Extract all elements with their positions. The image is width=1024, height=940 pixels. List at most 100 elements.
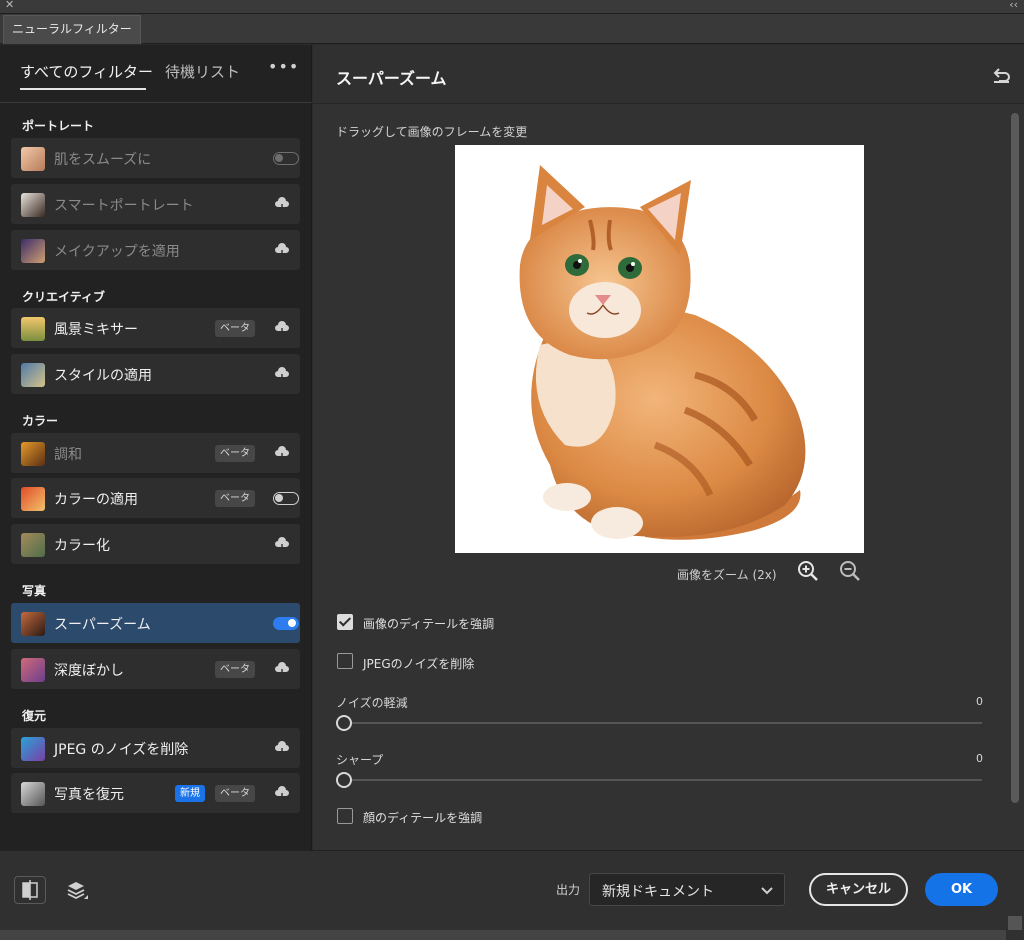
noise-slider-label: ノイズの軽減 <box>336 696 408 710</box>
beta-badge: ベータ <box>215 490 255 507</box>
filter-item-colorize[interactable]: カラー化 <box>11 524 300 564</box>
filter-label: 深度ぼかし <box>54 663 124 679</box>
drag-frame-label: ドラッグして画像のフレームを変更 <box>336 125 528 139</box>
filter-toggle[interactable] <box>273 492 299 505</box>
filter-item-photo-restore[interactable]: 写真を復元 新規 ベータ <box>11 773 300 813</box>
active-tab-indicator <box>20 88 146 90</box>
section-color: カラー <box>22 414 59 428</box>
compare-toggle-button[interactable] <box>14 876 46 904</box>
output-select-value: 新規ドキュメント <box>602 884 714 900</box>
sharpen-slider-knob[interactable] <box>336 772 352 788</box>
filter-thumbnail <box>21 239 45 263</box>
split-view-icon <box>22 880 38 900</box>
tab-bar: ニューラルフィルター <box>0 14 1024 44</box>
filter-label: JPEG のノイズを削除 <box>54 742 189 758</box>
cloud-download-icon[interactable] <box>274 445 290 461</box>
new-badge: 新規 <box>175 785 205 802</box>
filter-toggle[interactable] <box>273 152 299 165</box>
filter-thumbnail <box>21 612 45 636</box>
filter-item-makeup[interactable]: メイクアップを適用 <box>11 230 300 270</box>
filter-item-color-transfer[interactable]: カラーの適用 ベータ <box>11 478 300 518</box>
cloud-download-icon[interactable] <box>274 536 290 552</box>
noise-slider-value: 0 <box>976 695 983 708</box>
filter-label: 調和 <box>54 447 82 463</box>
filter-label: カラー化 <box>54 538 110 554</box>
output-select[interactable]: 新規ドキュメント <box>589 873 785 906</box>
output-label: 出力 <box>556 883 581 897</box>
section-photo: 写真 <box>22 584 47 598</box>
collapse-icon[interactable]: ‹‹ <box>1009 0 1018 11</box>
filter-thumbnail <box>21 487 45 511</box>
zoom-in-icon[interactable] <box>797 560 819 582</box>
remove-jpeg-checkbox[interactable] <box>337 653 353 669</box>
resize-grip[interactable] <box>1008 916 1022 930</box>
noise-slider-track[interactable] <box>343 722 982 724</box>
filter-label: 写真を復元 <box>54 787 124 803</box>
enhance-detail-label: 画像のディテールを強調 <box>363 617 495 631</box>
sharpen-slider-value: 0 <box>976 752 983 765</box>
cloud-download-icon[interactable] <box>274 242 290 258</box>
filter-label: 風景ミキサー <box>54 322 138 338</box>
filter-item-super-zoom[interactable]: スーパーズーム <box>11 603 300 643</box>
cloud-download-icon[interactable] <box>274 785 290 801</box>
settings-header: スーパーズーム <box>313 45 1024 104</box>
zoom-out-icon[interactable] <box>839 560 861 582</box>
filter-item-depth-blur[interactable]: 深度ぼかし ベータ <box>11 649 300 689</box>
layers-output-icon[interactable] <box>64 878 90 904</box>
chevron-down-icon <box>761 887 773 895</box>
filter-thumbnail <box>21 533 45 557</box>
settings-scrollbar[interactable] <box>1011 113 1019 803</box>
cloud-download-icon[interactable] <box>274 320 290 336</box>
filter-item-harmonization[interactable]: 調和 ベータ <box>11 433 300 473</box>
remove-jpeg-label: JPEGのノイズを削除 <box>363 657 475 671</box>
sharpen-slider-label: シャープ <box>336 753 384 767</box>
filter-item-jpeg-artifacts[interactable]: JPEG のノイズを削除 <box>11 728 300 768</box>
filter-tabs: すべてのフィルター 待機リスト ••• <box>0 45 312 103</box>
filter-list-panel: すべてのフィルター 待機リスト ••• ポートレート 肌をスムーズに スマートポ… <box>0 45 312 850</box>
filter-thumbnail <box>21 147 45 171</box>
tab-wait-list[interactable]: 待機リスト <box>165 61 240 82</box>
enhance-face-label: 顔のディテールを強調 <box>363 811 483 825</box>
filter-label: スタイルの適用 <box>54 368 152 384</box>
cloud-download-icon[interactable] <box>274 661 290 677</box>
ok-button[interactable]: OK <box>925 873 998 906</box>
horizontal-scrollbar[interactable] <box>0 930 1006 940</box>
filter-item-landscape-mixer[interactable]: 風景ミキサー ベータ <box>11 308 300 348</box>
image-preview[interactable] <box>455 145 864 553</box>
beta-badge: ベータ <box>215 445 255 462</box>
filter-item-style-transfer[interactable]: スタイルの適用 <box>11 354 300 394</box>
section-restore: 復元 <box>22 709 47 723</box>
filter-settings-panel: スーパーズーム ドラッグして画像のフレームを変更 画像をズーム (2x) 画像の… <box>313 45 1024 850</box>
window-titlebar: ✕ ‹‹ <box>0 0 1024 14</box>
cloud-download-icon[interactable] <box>274 740 290 756</box>
filter-item-smooth-skin[interactable]: 肌をスムーズに <box>11 138 300 178</box>
noise-slider-knob[interactable] <box>336 715 352 731</box>
cloud-download-icon[interactable] <box>274 366 290 382</box>
kitten-image <box>519 165 806 540</box>
enhance-face-checkbox[interactable] <box>337 808 353 824</box>
more-options-icon[interactable]: ••• <box>268 57 299 76</box>
filter-item-smart-portrait[interactable]: スマートポートレート <box>11 184 300 224</box>
section-creative: クリエイティブ <box>22 290 106 304</box>
sharpen-slider-track[interactable] <box>343 779 982 781</box>
beta-badge: ベータ <box>215 320 255 337</box>
filter-label: スーパーズーム <box>54 617 151 633</box>
tab-neural-filters[interactable]: ニューラルフィルター <box>3 15 141 44</box>
close-icon[interactable]: ✕ <box>5 0 14 11</box>
enhance-detail-checkbox[interactable] <box>337 614 353 630</box>
filter-label: メイクアップを適用 <box>54 244 180 260</box>
reset-icon[interactable] <box>991 65 1011 83</box>
filter-thumbnail <box>21 193 45 217</box>
filter-thumbnail <box>21 782 45 806</box>
cancel-button[interactable]: キャンセル <box>809 873 908 906</box>
section-portrait: ポートレート <box>22 119 95 133</box>
filter-thumbnail <box>21 658 45 682</box>
filter-thumbnail <box>21 363 45 387</box>
filter-thumbnail <box>21 737 45 761</box>
cloud-download-icon[interactable] <box>274 196 290 212</box>
beta-badge: ベータ <box>215 661 255 678</box>
filter-toggle[interactable] <box>273 617 299 630</box>
filter-thumbnail <box>21 442 45 466</box>
filter-thumbnail <box>21 317 45 341</box>
tab-all-filters[interactable]: すべてのフィルター <box>20 61 153 82</box>
